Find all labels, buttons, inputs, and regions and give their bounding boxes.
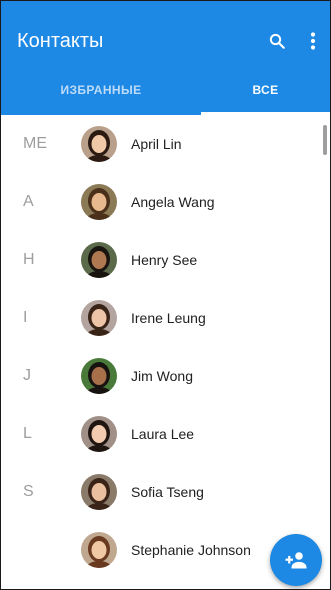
avatar (81, 416, 117, 452)
contacts-screen: Контакты ИЗБРАННЫЕ ВСЕ ME April Lin A Angel… (0, 0, 331, 590)
contact-name: April Lin (131, 136, 182, 152)
contact-row[interactable]: H Henry See (1, 231, 330, 289)
contact-row[interactable]: L Laura Lee (1, 405, 330, 463)
avatar (81, 358, 117, 394)
app-bar: Контакты ИЗБРАННЫЕ ВСЕ (1, 1, 330, 115)
contact-list: ME April Lin A Angela Wang H Henry See I Irene … (1, 115, 330, 589)
avatar-photo (81, 474, 117, 510)
section-letter: J (23, 367, 31, 384)
page-title: Контакты (17, 30, 104, 52)
avatar (81, 184, 117, 220)
contact-name: Henry See (131, 252, 198, 268)
avatar-photo (81, 416, 117, 452)
more-options-button[interactable] (299, 27, 327, 55)
contact-row[interactable]: A Angela Wang (1, 173, 330, 231)
tab-favorites[interactable]: ИЗБРАННЫЕ (1, 65, 201, 115)
avatar-photo (81, 300, 117, 336)
tab-all[interactable]: ВСЕ (201, 65, 330, 115)
contact-name: Angela Wang (131, 194, 215, 210)
contact-row[interactable]: J Jim Wong (1, 347, 330, 405)
contact-name: Jim Wong (131, 368, 193, 384)
section-letter: H (23, 251, 35, 268)
add-person-icon (285, 552, 307, 569)
section-letter (23, 521, 63, 579)
tab-bar: ИЗБРАННЫЕ ВСЕ (1, 65, 330, 115)
contact-name: Irene Leung (131, 310, 206, 326)
section-letter: A (23, 193, 34, 210)
contact-name: Laura Lee (131, 426, 195, 442)
avatar-photo (81, 532, 117, 568)
contact-name: Sofia Tseng (131, 484, 204, 500)
avatar (81, 532, 117, 568)
avatar-photo (81, 184, 117, 220)
section-letter: L (23, 425, 32, 442)
section-letter: I (23, 309, 28, 326)
section-letter: ME (23, 135, 47, 152)
search-icon (269, 33, 285, 49)
more-vert-icon (310, 32, 316, 50)
section-letter: S (23, 483, 34, 500)
add-contact-button[interactable] (270, 534, 322, 586)
avatar (81, 300, 117, 336)
contact-row[interactable]: ME April Lin (1, 115, 330, 173)
contact-row[interactable]: S Sofia Tseng (1, 463, 330, 521)
avatar (81, 474, 117, 510)
contact-row[interactable]: I Irene Leung (1, 289, 330, 347)
scrollbar[interactable] (323, 125, 327, 155)
avatar (81, 126, 117, 162)
avatar (81, 242, 117, 278)
contact-name: Stephanie Johnson (131, 542, 251, 558)
avatar-photo (81, 126, 117, 162)
avatar-photo (81, 242, 117, 278)
avatar-photo (81, 358, 117, 394)
search-button[interactable] (263, 27, 291, 55)
